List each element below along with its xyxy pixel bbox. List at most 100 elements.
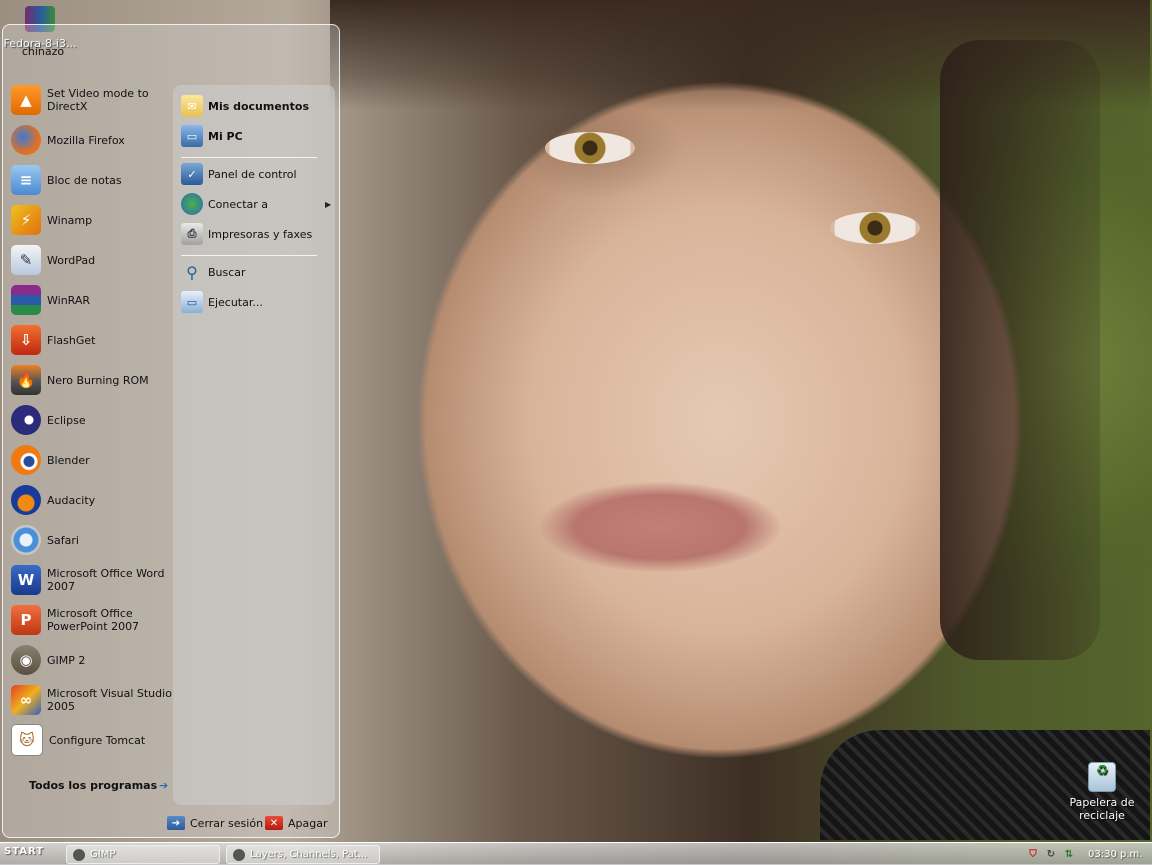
program-item-firefox[interactable]: Mozilla Firefox [11, 123, 173, 157]
logoff-icon: ➔ [167, 816, 185, 830]
network-tray-icon[interactable]: ⇅ [1062, 847, 1076, 861]
taskbar-button-label: GIMP [90, 849, 116, 860]
clock[interactable]: 03:30 p.m. [1088, 849, 1142, 860]
places-panel: ✉ Mis documentos ▭ Mi PC ✓ Panel de cont… [173, 85, 335, 805]
sync-tray-icon[interactable]: ↻ [1044, 847, 1058, 861]
wallpaper-eye-left [545, 132, 635, 164]
program-label: Bloc de notas [47, 173, 122, 187]
places-separator [181, 157, 317, 158]
control-panel-icon: ✓ [181, 163, 203, 185]
gimp-icon [233, 848, 245, 861]
program-item-safari[interactable]: Safari [11, 523, 173, 557]
places-label: Impresoras y faxes [208, 227, 313, 241]
places-item-printers[interactable]: ⎙ Impresoras y faxes [181, 221, 331, 247]
logoff-button[interactable]: ➔ Cerrar sesión [167, 816, 263, 830]
program-item-powerpoint[interactable]: P Microsoft Office PowerPoint 2007 [11, 603, 173, 637]
network-globe-icon [181, 193, 203, 215]
word-icon: W [11, 565, 41, 595]
places-label: Mi PC [208, 129, 243, 143]
program-item-audacity[interactable]: Audacity [11, 483, 173, 517]
program-label: GIMP 2 [47, 653, 86, 667]
program-label: FlashGet [47, 333, 96, 347]
program-item-visual-studio[interactable]: ∞ Microsoft Visual Studio 2005 [11, 683, 173, 717]
shutdown-label: Apagar [288, 816, 328, 830]
program-item-flashget[interactable]: ⇩ FlashGet [11, 323, 173, 357]
program-item-tomcat[interactable]: 🐱 Configure Tomcat [11, 723, 173, 757]
run-icon: ▭ [181, 291, 203, 313]
power-icon: ✕ [265, 816, 283, 830]
pinned-programs-list: ▲ Set Video mode to DirectX Mozilla Fire… [3, 85, 173, 805]
tomcat-icon: 🐱 [11, 724, 43, 756]
program-item-nero[interactable]: 🔥 Nero Burning ROM [11, 363, 173, 397]
wordpad-icon: ✎ [11, 245, 41, 275]
start-button[interactable]: START [4, 846, 44, 857]
program-item-eclipse[interactable]: Eclipse [11, 403, 173, 437]
program-label: Nero Burning ROM [47, 373, 149, 387]
program-label: Microsoft Office Word 2007 [47, 567, 165, 593]
submenu-arrow-icon: ▶ [325, 199, 332, 209]
places-label: Panel de control [208, 167, 297, 181]
wallpaper-eye-right [830, 212, 920, 244]
program-item-notepad[interactable]: ≡ Bloc de notas [11, 163, 173, 197]
system-tray: ⛉ ↻ ⇅ 03:30 p.m. [1026, 845, 1150, 863]
shutdown-button[interactable]: ✕ Apagar [265, 816, 328, 830]
program-item-wordpad[interactable]: ✎ WordPad [11, 243, 173, 277]
visual-studio-icon: ∞ [11, 685, 41, 715]
powerpoint-icon: P [11, 605, 41, 635]
places-label: Buscar [208, 265, 246, 279]
my-computer-icon: ▭ [181, 125, 203, 147]
places-label: Ejecutar... [208, 295, 263, 309]
program-item-word[interactable]: W Microsoft Office Word 2007 [11, 563, 173, 597]
search-icon: ⚲ [186, 262, 198, 282]
program-label: Eclipse [47, 413, 86, 427]
taskbar-button-label: Layers, Channels, Pat... [250, 849, 368, 860]
program-item-set-video-mode[interactable]: ▲ Set Video mode to DirectX [11, 83, 173, 117]
program-label: Microsoft Office PowerPoint 2007 [47, 607, 140, 633]
start-menu: chinazo ▲ Set Video mode to DirectX Mozi… [2, 24, 340, 838]
places-item-run[interactable]: ▭ Ejecutar... [181, 289, 331, 315]
taskbar-button-layers[interactable]: Layers, Channels, Pat... [226, 845, 380, 864]
eclipse-icon [11, 405, 41, 435]
wallpaper-lips [540, 482, 780, 572]
places-item-my-computer[interactable]: ▭ Mi PC [181, 123, 331, 149]
program-item-blender[interactable]: Blender [11, 443, 173, 477]
antivirus-tray-icon[interactable]: ⛉ [1026, 847, 1040, 861]
nero-icon: 🔥 [11, 365, 41, 395]
places-item-my-documents[interactable]: ✉ Mis documentos [181, 93, 331, 119]
documents-folder-icon: ✉ [181, 95, 203, 117]
places-label: Mis documentos [208, 99, 309, 113]
all-programs-button[interactable]: Todos los programas [29, 779, 157, 792]
start-menu-user-name: chinazo [21, 45, 65, 58]
firefox-icon [11, 125, 41, 155]
program-item-winrar[interactable]: WinRAR [11, 283, 173, 317]
program-item-winamp[interactable]: ⚡ Winamp [11, 203, 173, 237]
audacity-icon [11, 485, 41, 515]
gimp-icon [73, 848, 85, 861]
gimp-icon: ◉ [11, 645, 41, 675]
flashget-icon: ⇩ [11, 325, 41, 355]
program-label: WordPad [47, 253, 96, 267]
desktop-icon-recycle-bin[interactable]: ♻ Papelera de reciclaje [1066, 762, 1138, 822]
program-label: Configure Tomcat [49, 733, 146, 747]
winrar-icon [11, 285, 41, 315]
program-label: WinRAR [47, 293, 91, 307]
recycle-bin-icon: ♻ [1088, 762, 1116, 792]
printer-icon: ⎙ [181, 223, 203, 245]
blender-icon [11, 445, 41, 475]
places-label: Conectar a [208, 197, 269, 211]
program-item-gimp[interactable]: ◉ GIMP 2 [11, 643, 173, 677]
notepad-icon: ≡ [11, 165, 41, 195]
winamp-icon: ⚡ [11, 205, 41, 235]
program-label: Set Video mode to DirectX [47, 87, 149, 113]
program-label: Audacity [47, 493, 96, 507]
places-item-search[interactable]: ⚲ Buscar [181, 259, 331, 285]
program-label: Microsoft Visual Studio 2005 [47, 687, 172, 713]
places-item-connect-to[interactable]: Conectar a ▶ [181, 191, 331, 217]
places-separator [181, 255, 317, 256]
taskbar-button-gimp[interactable]: GIMP [66, 845, 220, 864]
wallpaper-hair-right [940, 40, 1100, 660]
program-label: Mozilla Firefox [47, 133, 125, 147]
places-item-control-panel[interactable]: ✓ Panel de control [181, 161, 331, 187]
arrow-right-icon: ➔ [159, 779, 169, 792]
program-label: Blender [47, 453, 90, 467]
